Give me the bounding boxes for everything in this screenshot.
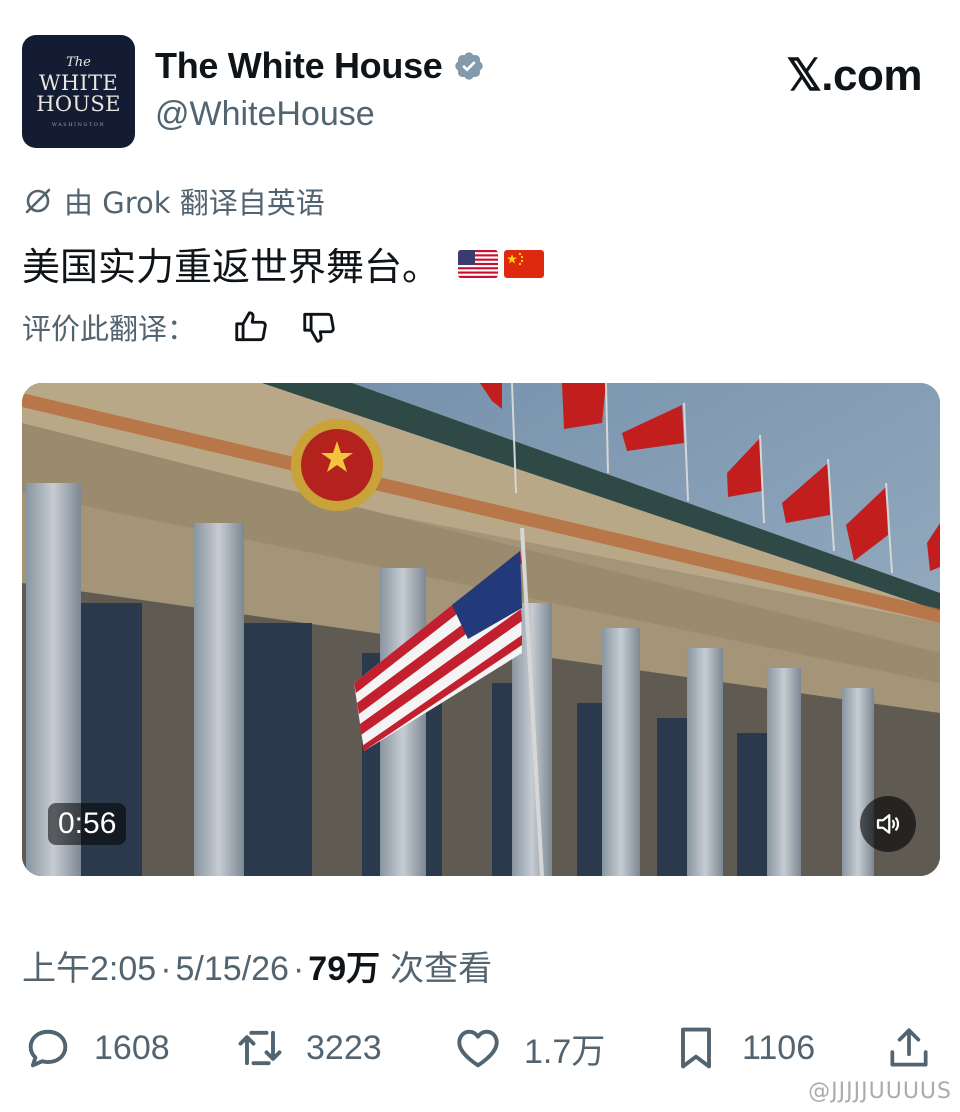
account-name-row[interactable]: The White House bbox=[155, 45, 485, 87]
verified-badge-icon bbox=[454, 52, 483, 80]
meta-separator: · bbox=[160, 950, 172, 988]
account-handle[interactable]: @WhiteHouse bbox=[155, 95, 375, 134]
like-count: 1.7万 bbox=[524, 1032, 606, 1071]
heart-icon bbox=[457, 1029, 499, 1068]
tweet-text: 美国实力重返世界舞台。 bbox=[22, 236, 545, 291]
video-duration: 0:56 bbox=[48, 803, 127, 845]
avatar-text-white: WHITE bbox=[38, 70, 119, 95]
action-bar: 1608 3223 1.7万 1106 bbox=[22, 1022, 938, 1078]
reply-count: 1608 bbox=[94, 1028, 170, 1067]
repost-count: 3223 bbox=[306, 1028, 382, 1067]
grok-translation-label: 由 Grok 翻译自英语 bbox=[22, 180, 325, 222]
bookmark-button[interactable]: 1106 bbox=[670, 1022, 815, 1074]
tweet-meta: 上午2:05 · 5/15/26 · 79万 次查看 bbox=[22, 941, 492, 990]
grok-icon bbox=[25, 188, 51, 214]
repost-button[interactable]: 3223 bbox=[234, 1022, 382, 1074]
bookmark-count: 1106 bbox=[742, 1028, 816, 1067]
grok-translation-text: 由 Grok 翻译自英语 bbox=[64, 186, 325, 220]
share-icon[interactable] bbox=[884, 1022, 934, 1074]
repost-icon bbox=[238, 1030, 282, 1066]
rate-translation-label: 评价此翻译： bbox=[22, 312, 197, 346]
avatar[interactable]: The WHITE HOUSE WASHINGTON bbox=[22, 35, 135, 148]
tweet-date[interactable]: 5/15/26 bbox=[176, 950, 289, 989]
tweet-time[interactable]: 上午2:05 bbox=[22, 941, 156, 990]
mute-button[interactable] bbox=[860, 796, 916, 852]
avatar-text-the: The bbox=[66, 54, 91, 70]
thumbs-down-icon[interactable] bbox=[300, 308, 338, 346]
views-count[interactable]: 79万 bbox=[308, 941, 380, 990]
video-player[interactable]: 0:56 bbox=[22, 383, 940, 876]
watermark: @JJJJJUUUUS bbox=[808, 1079, 952, 1104]
video-thumbnail bbox=[22, 383, 940, 876]
views-label: 次查看 bbox=[390, 950, 493, 988]
thumbs-up-icon[interactable] bbox=[232, 308, 270, 346]
account-name[interactable]: The White House bbox=[155, 45, 443, 87]
site-brand: 𝕏.com bbox=[786, 51, 922, 100]
reply-icon bbox=[28, 1029, 68, 1068]
bookmark-icon bbox=[681, 1027, 711, 1069]
rate-translation-row: 评价此翻译： bbox=[22, 306, 338, 348]
reply-button[interactable]: 1608 bbox=[22, 1022, 170, 1074]
avatar-text-house: HOUSE bbox=[36, 91, 121, 116]
avatar-text-washington: WASHINGTON bbox=[51, 121, 106, 128]
like-button[interactable]: 1.7万 bbox=[452, 1022, 605, 1074]
tweet-text-content: 美国实力重返世界舞台。 bbox=[22, 245, 441, 289]
meta-separator: · bbox=[292, 950, 305, 988]
us-flag-emoji bbox=[458, 249, 499, 278]
china-flag-emoji bbox=[504, 249, 545, 278]
speaker-icon bbox=[876, 814, 900, 834]
